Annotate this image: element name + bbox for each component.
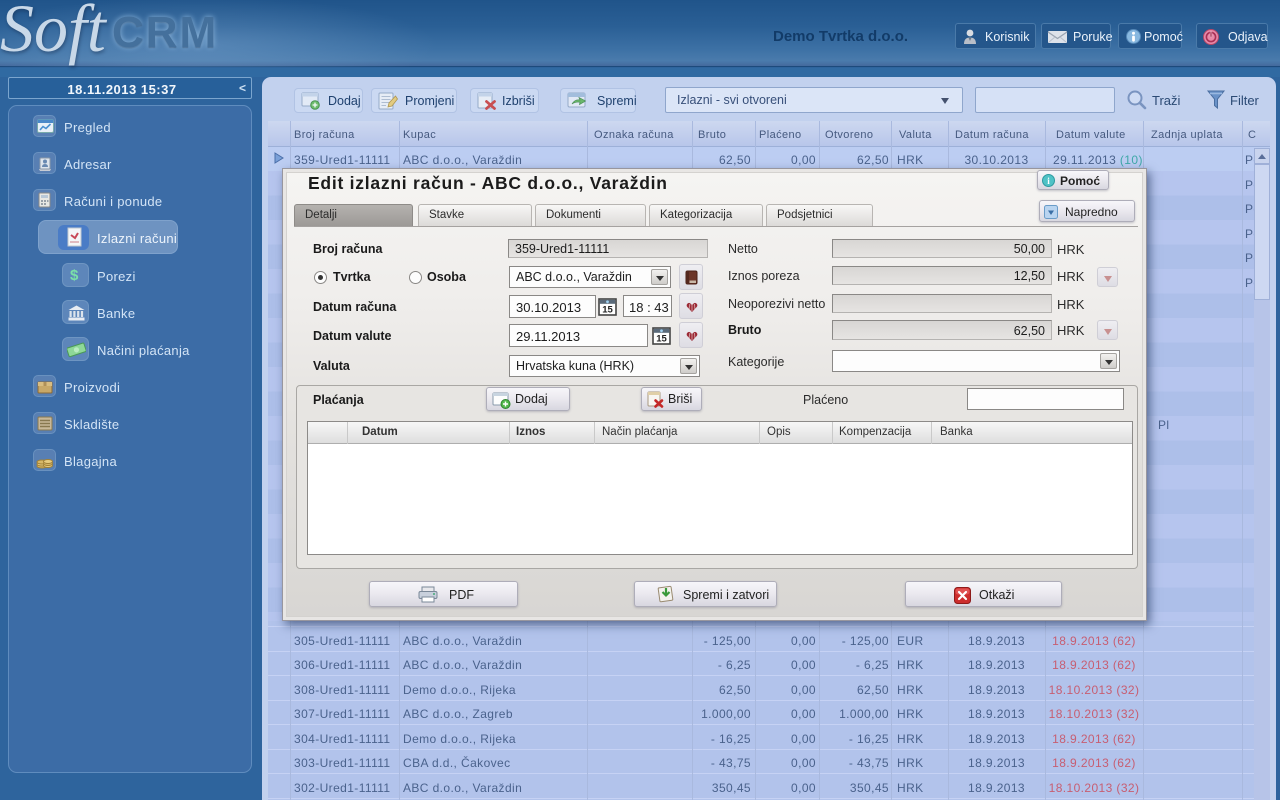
svg-text:15: 15 — [656, 334, 667, 345]
svg-text:15: 15 — [602, 305, 613, 316]
